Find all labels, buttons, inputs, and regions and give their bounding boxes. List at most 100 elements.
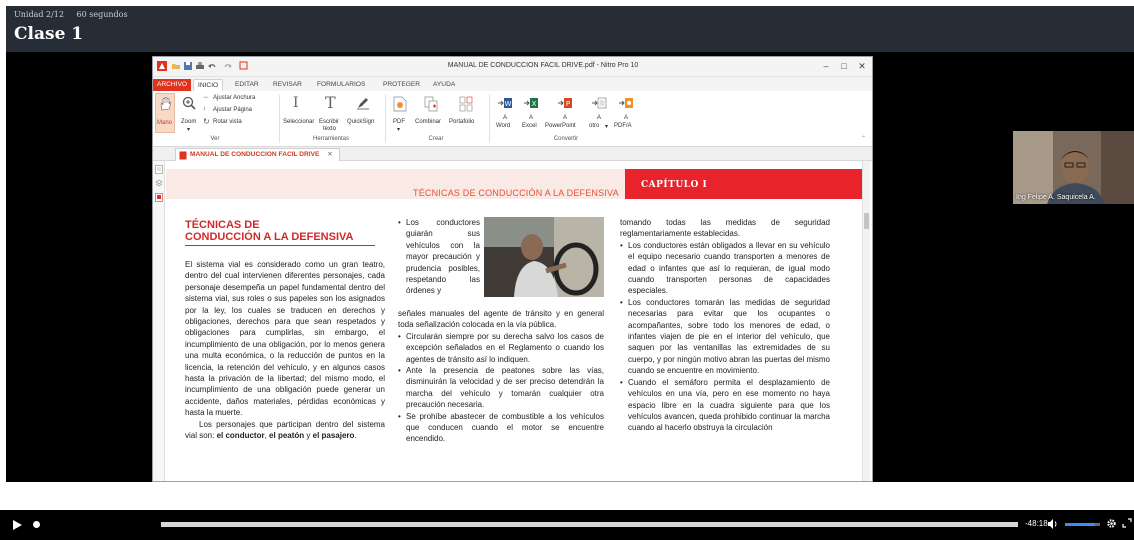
video-player: Unidad 2/12 60 segundos Clase 1 MANUAL D… <box>0 0 1134 540</box>
a-label: A <box>503 115 508 121</box>
powerpoint-label: PowerPoint <box>545 123 576 129</box>
paragraph: El sistema vial es considerado como un g… <box>185 260 385 418</box>
play-icon[interactable] <box>10 518 24 532</box>
quicksign-button[interactable]: QuickSign <box>347 93 379 133</box>
seleccionar-label: Seleccionar <box>283 119 315 125</box>
buffered-range <box>161 522 1018 527</box>
paragraph: tomando todas las medidas de seguridad r… <box>620 218 830 239</box>
ribbon-collapse-icon[interactable]: ⌃ <box>861 135 866 142</box>
bold-text: el peatón <box>269 431 305 441</box>
bold-text: el pasajero <box>312 431 355 441</box>
lesson-meta: Unidad 2/12 60 segundos <box>14 10 138 19</box>
bullet-item: Los conductores están obligados a llevar… <box>620 240 830 297</box>
quicksign-label: QuickSign <box>347 119 375 125</box>
volume-icon[interactable] <box>1047 518 1059 530</box>
group-convertir-label: Convertir <box>553 136 579 142</box>
otro-label: otro <box>589 123 600 129</box>
tab-proteger[interactable]: PROTEGER <box>379 79 424 91</box>
nitro-logo-icon <box>157 61 167 71</box>
unit-indicator: Unidad 2/12 <box>14 10 64 19</box>
tab-inicio[interactable]: INICIO <box>193 79 224 91</box>
undo-icon[interactable] <box>207 61 217 71</box>
document-tab-label: MANUAL DE CONDUCCION FACIL DRIVE <box>190 151 320 158</box>
seleccionar-button[interactable]: I Seleccionar <box>283 93 317 133</box>
close-tab-icon[interactable]: ✕ <box>327 151 333 158</box>
document-view[interactable]: TÉCNICAS DE CONDUCCIÓN A LA DEFENSIVA CA… <box>166 161 870 481</box>
to-pdfa-button[interactable]: A PDF/A <box>613 93 639 133</box>
bullet-item: Ante la presencia de peatones sobre las … <box>398 365 604 411</box>
pdf-button[interactable]: PDF ▾ <box>389 93 411 133</box>
maximize-button[interactable]: □ <box>837 60 851 72</box>
ajustar-pagina-button[interactable]: ↕ Ajustar Página <box>203 106 273 116</box>
layers-panel-icon[interactable] <box>155 179 163 188</box>
attachments-panel-icon[interactable] <box>155 193 163 202</box>
hand-icon <box>160 97 172 111</box>
bullet-item: Los conductores tomarán las medidas de s… <box>620 297 830 377</box>
video-frame[interactable]: MANUAL DE CONDUCCION FACIL DRIVE.pdf - N… <box>6 52 1134 482</box>
otro-dropdown-icon: ▾ <box>605 124 609 130</box>
a-label: A <box>529 115 534 121</box>
rotar-vista-button[interactable]: ↻ Rotar vista <box>203 117 273 128</box>
tab-ayuda[interactable]: AYUDA <box>429 79 459 91</box>
portafolio-button[interactable]: Portafolio <box>449 93 483 133</box>
ribbon-separator <box>279 95 280 143</box>
chapter-label: CAPÍTULO I <box>641 180 708 190</box>
paragraph: Los personajes que participan dentro del… <box>185 419 385 442</box>
bookmarks-panel-icon[interactable] <box>155 165 163 174</box>
driver-photo-image <box>484 217 604 297</box>
volume-slider[interactable] <box>1065 523 1100 526</box>
type-text-icon: T <box>325 93 336 112</box>
combinar-button[interactable]: Combinar <box>415 93 447 133</box>
to-otro-button[interactable]: A otro ▾ <box>587 93 611 133</box>
rotate-icon: ↻ <box>203 117 210 126</box>
settings-gear-icon[interactable] <box>1106 518 1117 529</box>
to-powerpoint-button[interactable]: P A PowerPoint <box>545 93 585 133</box>
mano-button[interactable]: Mano <box>155 93 175 133</box>
select-tool-icon[interactable] <box>239 61 249 71</box>
progress-handle[interactable] <box>33 521 40 528</box>
lesson-header: Unidad 2/12 60 segundos Clase 1 <box>6 6 1134 52</box>
document-tab[interactable]: MANUAL DE CONDUCCION FACIL DRIVE ✕ <box>175 148 340 161</box>
section-title-line-1: TÉCNICAS DE <box>185 219 260 231</box>
nav-sidebar <box>153 147 165 481</box>
text-run: y <box>304 431 313 441</box>
scrollbar-thumb[interactable] <box>864 213 869 229</box>
fullscreen-icon[interactable] <box>1122 518 1132 528</box>
bullet-item: Circularán siempre por su derecha salvo … <box>398 331 604 365</box>
group-crear-label: Crear <box>428 136 444 142</box>
text-column-2: señales manuales del agente de tránsito … <box>398 308 604 445</box>
print-icon[interactable] <box>195 61 205 71</box>
zoom-label: Zoom <box>181 119 197 125</box>
zoom-dropdown-icon: ▾ <box>187 127 191 133</box>
close-window-button[interactable]: ✕ <box>855 60 869 72</box>
tab-editar[interactable]: EDITAR <box>231 79 263 91</box>
bullet-item: Cuando el semáforo permita el desplazami… <box>620 377 830 434</box>
zoom-button[interactable]: Zoom ▾ <box>179 93 199 133</box>
minimize-button[interactable]: – <box>819 60 833 72</box>
tab-formularios[interactable]: FORMULARIOS <box>313 79 369 91</box>
vertical-scrollbar[interactable] <box>862 161 870 481</box>
player-controls: -48:18 <box>0 510 1134 540</box>
ajustar-anchura-button[interactable]: ↔ Ajustar Anchura <box>203 94 273 104</box>
text-column-1: El sistema vial es considerado como un g… <box>185 259 385 442</box>
open-icon[interactable] <box>171 61 181 71</box>
redo-icon[interactable] <box>223 61 233 71</box>
svg-text:P: P <box>566 100 570 108</box>
to-excel-button[interactable]: X A Excel <box>519 93 543 133</box>
chapter-banner: CAPÍTULO I <box>625 169 862 199</box>
rotar-vista-label: Rotar vista <box>213 119 242 125</box>
progress-bar[interactable] <box>33 521 1018 528</box>
excel-icon: X <box>524 98 538 108</box>
window-title: MANUAL DE CONDUCCION FACIL DRIVE.pdf - N… <box>447 62 639 69</box>
tab-archivo[interactable]: ARCHIVO <box>153 79 192 91</box>
to-word-button[interactable]: W A Word <box>493 93 517 133</box>
bullet-item: Los conductores guiarán sus vehículos co… <box>398 217 480 297</box>
tab-revisar[interactable]: REVISAR <box>269 79 306 91</box>
word-label: Word <box>496 123 511 129</box>
escribir-texto-button[interactable]: T Escribir texto <box>319 93 345 133</box>
save-icon[interactable] <box>183 61 193 71</box>
bullet-item: Se prohíbe abastecer de combustible a lo… <box>398 411 604 445</box>
ribbon-separator <box>385 95 386 143</box>
webcam-feed: Ing Felipe A. Saquicela A. <box>1013 131 1134 204</box>
escribir-label: Escribir <box>319 119 340 125</box>
